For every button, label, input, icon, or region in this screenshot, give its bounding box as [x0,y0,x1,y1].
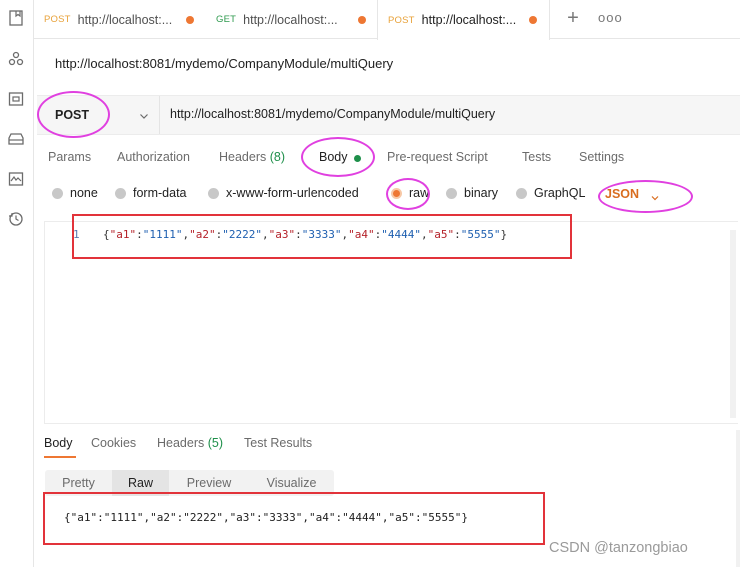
radio-none-label: none [70,186,98,200]
tab-method-label: POST [388,14,415,26]
chevron-down-icon [138,109,150,121]
response-tab-test-results[interactable]: Test Results [244,436,312,450]
radio-urlencoded[interactable]: x-www-form-urlencoded [208,186,359,200]
mock-servers-icon[interactable] [7,130,25,148]
tab-url-label: http://localhost:... [421,13,517,27]
tab-settings[interactable]: Settings [579,150,624,164]
environments-icon[interactable] [7,90,25,108]
annotation-box-request-body [72,214,572,259]
response-tab-headers-label: Headers [157,436,205,450]
monitors-icon[interactable] [7,170,25,188]
tab-tests[interactable]: Tests [522,150,551,164]
radio-graphql[interactable]: GraphQL [516,186,585,200]
apis-icon[interactable] [7,50,25,68]
response-tab-headers[interactable]: Headers (5) [157,436,223,450]
request-tabs-bar: POST http://localhost:... GET http://loc… [34,0,740,40]
new-tab-button[interactable]: + [562,8,584,30]
tab-authorization[interactable]: Authorization [117,150,190,164]
radio-form-data-label: form-data [133,186,187,200]
unsaved-dot-icon [186,16,194,24]
annotation-circle-raw [386,178,430,210]
radio-circle-icon [208,187,219,199]
url-input[interactable]: http://localhost:8081/mydemo/CompanyModu… [170,107,495,121]
radio-circle-icon [446,187,457,199]
tab-method-label: GET [216,14,237,25]
collections-icon[interactable] [7,9,25,27]
active-tab-underline [44,456,76,458]
response-tab-body[interactable]: Body [44,436,73,450]
tab-url-label: http://localhost:... [243,12,338,27]
radio-binary[interactable]: binary [446,186,498,200]
annotation-circle-body [301,137,375,177]
response-headers-count-badge: (5) [207,436,224,450]
more-tabs-button[interactable]: ooo [598,10,622,28]
request-name-title: http://localhost:8081/mydemo/CompanyModu… [55,56,394,71]
url-bar: POST http://localhost:8081/mydemo/Compan… [37,95,740,135]
annotation-circle-method [37,91,110,138]
radio-graphql-label: GraphQL [534,186,586,200]
response-tab-cookies[interactable]: Cookies [91,436,136,450]
request-tab-2[interactable]: GET http://localhost:... [206,0,378,39]
tab-headers[interactable]: Headers (8) [219,150,285,164]
tab-url-label: http://localhost:... [77,12,173,27]
editor-scrollbar[interactable] [730,230,736,418]
request-tab-1[interactable]: POST http://localhost:... [34,0,206,39]
radio-circle-icon [516,187,527,199]
annotation-circle-json [598,180,693,213]
request-tab-3-active[interactable]: POST http://localhost:... [377,0,550,40]
radio-circle-icon [52,187,63,199]
annotation-box-response-body [43,492,545,545]
tab-pre-request-script[interactable]: Pre-request Script [387,150,488,164]
tab-params[interactable]: Params [48,150,91,164]
response-scrollbar[interactable] [736,430,740,567]
radio-form-data[interactable]: form-data [115,186,187,200]
tab-headers-label: Headers [219,150,267,164]
unsaved-dot-icon [358,16,366,24]
radio-circle-icon [115,187,126,199]
radio-none[interactable]: none [52,186,98,200]
watermark-text: CSDN @tanzongbiao [549,540,688,556]
history-icon[interactable] [7,210,25,228]
left-sidebar-rail [0,0,34,567]
unsaved-dot-icon [529,16,537,24]
tab-method-label: POST [44,14,71,25]
headers-count-badge: (8) [269,150,286,164]
radio-binary-label: binary [464,186,499,200]
radio-urlencoded-label: x-www-form-urlencoded [226,186,359,200]
